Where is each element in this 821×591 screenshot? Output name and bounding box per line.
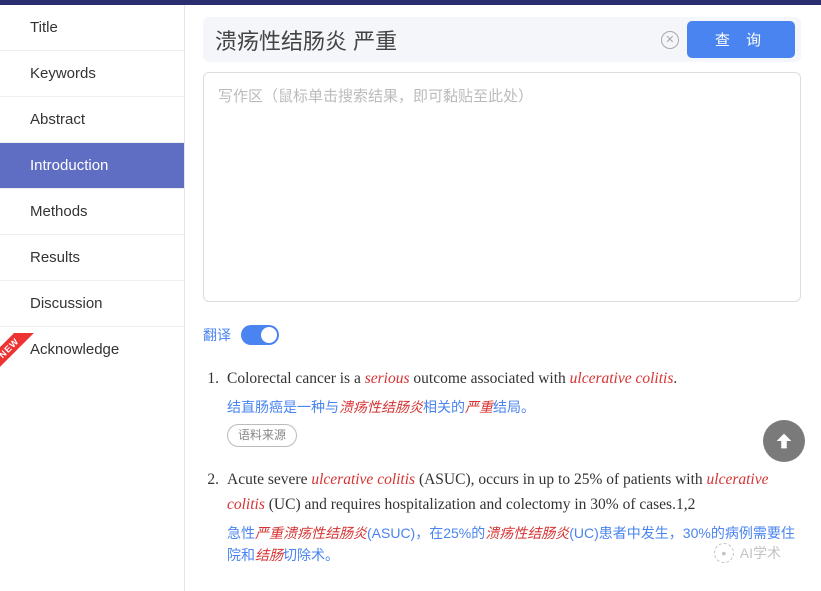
- result-item[interactable]: 2.Acute severe ulcerative colitis (ASUC)…: [203, 468, 801, 566]
- sidebar-item-abstract[interactable]: Abstract: [0, 97, 184, 143]
- scroll-top-button[interactable]: [763, 420, 805, 462]
- results-list: 1.Colorectal cancer is a serious outcome…: [203, 367, 801, 566]
- watermark-text: AI学术: [740, 543, 781, 563]
- result-en: Colorectal cancer is a serious outcome a…: [227, 367, 801, 392]
- container: TitleKeywordsAbstractIntroductionMethods…: [0, 5, 821, 591]
- writing-area[interactable]: [203, 72, 801, 302]
- result-en: Acute severe ulcerative colitis (ASUC), …: [227, 468, 801, 518]
- result-cn: 结直肠癌是一种与溃疡性结肠炎相关的严重结局。: [227, 396, 801, 418]
- watermark: AI学术: [714, 543, 781, 563]
- clear-icon[interactable]: [661, 31, 679, 49]
- sidebar-item-methods[interactable]: Methods: [0, 189, 184, 235]
- result-number: 1.: [203, 367, 227, 448]
- translate-toggle[interactable]: [241, 325, 279, 345]
- translate-row: 翻译: [203, 325, 801, 345]
- sidebar: TitleKeywordsAbstractIntroductionMethods…: [0, 5, 185, 591]
- search-input[interactable]: [215, 23, 653, 57]
- sidebar-item-title[interactable]: Title: [0, 5, 184, 51]
- sidebar-item-introduction[interactable]: Introduction: [0, 143, 184, 189]
- source-button[interactable]: 语料来源: [227, 424, 297, 447]
- main-panel: 查 询 翻译 1.Colorectal cancer is a serious …: [185, 5, 821, 591]
- sidebar-item-acknowledge[interactable]: Acknowledge: [0, 327, 184, 372]
- sidebar-item-keywords[interactable]: Keywords: [0, 51, 184, 97]
- search-row: 查 询: [203, 17, 801, 62]
- wechat-icon: [714, 543, 734, 563]
- translate-label: 翻译: [203, 325, 231, 345]
- search-button[interactable]: 查 询: [687, 21, 795, 58]
- sidebar-item-discussion[interactable]: Discussion: [0, 281, 184, 327]
- result-item[interactable]: 1.Colorectal cancer is a serious outcome…: [203, 367, 801, 448]
- result-body: Colorectal cancer is a serious outcome a…: [227, 367, 801, 448]
- result-number: 2.: [203, 468, 227, 566]
- sidebar-item-results[interactable]: Results: [0, 235, 184, 281]
